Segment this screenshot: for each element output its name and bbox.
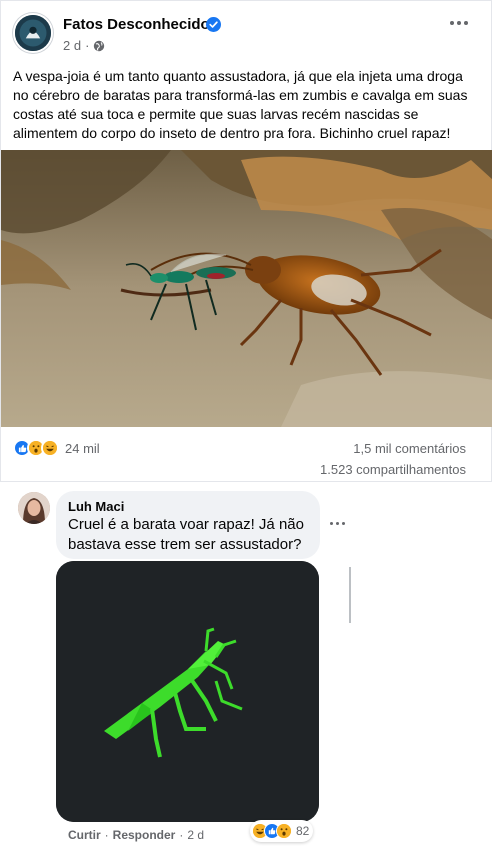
post-meta: 2 d · [63,38,105,53]
wow-reaction-icon [276,823,292,839]
comment-reaction-count: 82 [296,824,310,838]
comment-time[interactable]: 2 d [187,828,204,842]
scrollbar[interactable] [349,567,351,623]
comment-reactions[interactable]: 82 [250,820,314,842]
post-time[interactable]: 2 d [63,38,81,53]
comment-area: Luh Maci Cruel é a barata voar rapaz! Já… [0,482,492,852]
comment-gif[interactable] [56,561,319,822]
commenter-name[interactable]: Luh Maci [68,499,308,515]
meta-separator: · [85,38,90,53]
reply-button[interactable]: Responder [113,828,176,842]
verified-badge-icon [206,17,221,32]
reactions-summary[interactable]: 24 mil [13,439,100,457]
haha-reaction-icon [41,439,59,457]
action-separator: · [104,828,109,842]
reaction-count: 24 mil [65,440,100,456]
more-options-icon[interactable] [447,13,471,33]
post-text: A vespa-joia é um tanto quanto assustado… [13,68,468,141]
comment-text: Cruel é a barata voar rapaz! Já não bast… [68,516,304,553]
comment-bubble: Luh Maci Cruel é a barata voar rapaz! Já… [56,491,320,559]
page-avatar[interactable] [13,13,53,53]
shares-count[interactable]: 1.523 compartilhamentos [320,462,466,477]
comment-actions: Curtir · Responder · 2 d [68,828,204,842]
comments-count[interactable]: 1,5 mil comentários [353,441,466,456]
action-separator: · [179,828,184,842]
post-header: Fatos Desconhecidos 2 d · [13,13,483,57]
comment-more-options-icon[interactable] [330,518,350,528]
like-comment-button[interactable]: Curtir [68,828,101,842]
commenter-avatar[interactable] [18,492,50,524]
post-card: Fatos Desconhecidos 2 d · A vespa-joia é… [0,0,492,482]
page-name[interactable]: Fatos Desconhecidos [63,16,218,33]
globe-icon [93,40,105,52]
post-image[interactable] [1,150,492,427]
